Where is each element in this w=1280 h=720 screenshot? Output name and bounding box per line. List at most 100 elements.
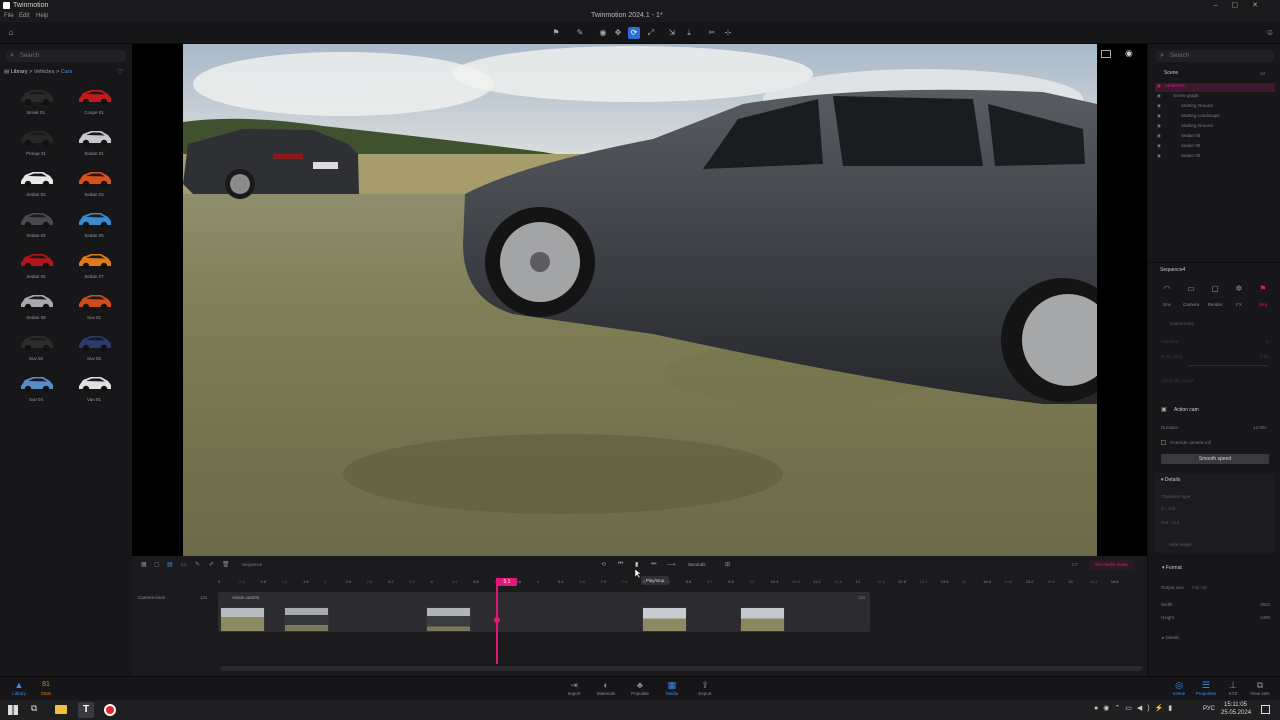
tree-item[interactable]: ◉ Starting Landscape — [1155, 113, 1275, 122]
properties-tab[interactable]: ☰ Properties — [1191, 679, 1221, 696]
scale-icon[interactable]: ⤢ — [645, 27, 657, 39]
populate-tab[interactable]: ♣ Populate — [625, 679, 655, 696]
range-icon[interactable]: ⟶ — [667, 561, 676, 568]
play-stop-icon[interactable]: ▮ — [635, 561, 638, 568]
library-item[interactable]: Pickup 01 — [7, 124, 65, 164]
menu-edit[interactable]: Edit — [19, 13, 29, 19]
menu-file[interactable]: File — [4, 13, 14, 19]
tree-item[interactable]: ◉ Starting Ground — [1155, 103, 1275, 112]
details-2[interactable]: ▸ Details — [1162, 635, 1179, 641]
keyframe-dot[interactable] — [494, 617, 500, 623]
tree-item[interactable]: ◉ Starting Ground — [1155, 123, 1275, 132]
tab-render[interactable]: ▢ Render — [1204, 284, 1226, 311]
snap-icon[interactable]: ✂ — [706, 27, 718, 39]
duration-value[interactable]: 12.00s — [1253, 425, 1267, 430]
track-icon[interactable]: ▤ — [167, 561, 173, 568]
language-indicator[interactable]: РУС — [1203, 706, 1215, 712]
clip-keyframe-thumbnail[interactable] — [642, 607, 687, 632]
library-item[interactable]: Sedan 02 — [7, 165, 65, 205]
width-value[interactable]: 1920 — [1260, 602, 1270, 607]
details-header[interactable]: ▾ Details — [1161, 477, 1180, 483]
screen-icon[interactable]: ▭ — [1072, 561, 1078, 568]
globe-icon[interactable]: ◉ — [597, 27, 609, 39]
tree-item-selected[interactable]: ◉ Ambience — [1155, 83, 1275, 92]
library-item[interactable]: Suv 01 — [65, 288, 123, 328]
library-item[interactable]: Break 01 — [7, 83, 65, 123]
visibility-icon[interactable]: ◉ — [1157, 113, 1161, 119]
library-item[interactable]: Suv 04 — [7, 370, 65, 410]
window-controls[interactable]: –▢✕ — [1214, 1, 1272, 9]
clock-date[interactable]: 25.05.2024 — [1221, 710, 1251, 716]
visibility-icon[interactable]: ◉ — [1157, 123, 1161, 129]
scene-search[interactable]: ⌕ Search — [1156, 50, 1274, 62]
rotate-tool-icon[interactable]: ⟳ — [628, 27, 640, 39]
drop-icon[interactable]: ⤓ — [683, 27, 695, 39]
media-mode-button[interactable]: Set media mode — [1089, 560, 1134, 570]
breadcrumb-root[interactable]: Library — [11, 69, 28, 75]
visibility-icon[interactable]: ◉ — [1157, 133, 1161, 139]
out-cut[interactable]: Out : Cut — [1161, 520, 1179, 525]
scene-tab[interactable]: ◎ Scene — [1164, 679, 1194, 696]
tray-icons[interactable]: ●◉⌃▭◀)⚡▮ — [1094, 704, 1177, 712]
file-explorer-icon[interactable] — [55, 705, 67, 714]
xyz-tab[interactable]: ⊥ XYZ — [1218, 679, 1248, 696]
tree-item[interactable]: ◉ Sedan 06 — [1155, 143, 1275, 152]
breadcrumb-vehicles[interactable]: Vehicles — [34, 69, 55, 75]
breadcrumb-cars[interactable]: Cars — [61, 69, 73, 75]
viewport[interactable] — [183, 44, 1097, 556]
clip-keyframe-thumbnail[interactable] — [426, 607, 471, 632]
height-value[interactable]: 1080 — [1260, 615, 1270, 620]
library-search[interactable]: ⌕ Search — [6, 50, 126, 62]
clip-keyframe-thumbnail[interactable] — [220, 607, 265, 632]
loop-icon[interactable]: ⟲ — [601, 561, 606, 568]
library-item[interactable]: Van 01 — [65, 370, 123, 410]
library-item[interactable]: Sedan 04 — [7, 206, 65, 246]
materials-tab[interactable]: ◐ Materials — [591, 679, 621, 696]
library-item[interactable]: Sedan 08 — [7, 288, 65, 328]
visibility-icon[interactable]: ◉ — [1157, 153, 1161, 159]
in-cut[interactable]: In : Cut — [1161, 506, 1176, 511]
tree-item[interactable]: ◉ Scene graph — [1155, 93, 1275, 102]
measure-icon[interactable]: ⇲ — [666, 27, 678, 39]
flag-icon[interactable]: ⚑ — [550, 27, 562, 39]
stats-tab[interactable]: 81 Stats — [31, 679, 61, 696]
tab-camera[interactable]: ▭ Camera — [1180, 284, 1202, 311]
eye-icon[interactable]: ◉ — [1125, 48, 1133, 59]
override-roll-checkbox[interactable] — [1161, 440, 1166, 445]
library-tab[interactable]: ▲ Library — [4, 679, 34, 696]
brush-icon[interactable]: ✐ — [209, 561, 214, 568]
tab-fx[interactable]: ✲ FX — [1228, 284, 1250, 311]
library-item[interactable]: Sedan 03 — [65, 165, 123, 205]
library-item[interactable]: Suv 03 — [65, 329, 123, 369]
tree-item[interactable]: ◉ Sedan 06 — [1155, 133, 1275, 142]
twinmotion-taskbar-icon[interactable]: T — [78, 702, 94, 718]
library-item[interactable]: Sedan 01 — [65, 124, 123, 164]
favorite-icon[interactable]: ♡ — [117, 68, 123, 76]
pen-icon[interactable]: ✎ — [574, 27, 586, 39]
next-key-icon[interactable]: ⏭ — [651, 561, 656, 568]
playhead-marker[interactable]: 5.1 — [497, 578, 517, 586]
output-size-value[interactable]: Full HD — [1192, 585, 1207, 590]
library-item[interactable]: Suv 02 — [7, 329, 65, 369]
user-icon[interactable]: ☺ — [1264, 27, 1276, 39]
library-item[interactable]: Coupe 01 — [65, 83, 123, 123]
library-item[interactable]: Sedan 06 — [7, 247, 65, 287]
tree-item[interactable]: ◉ Sedan 06 — [1155, 153, 1275, 162]
task-view-icon[interactable]: ⧉ — [31, 703, 37, 714]
menu-help[interactable]: Help — [36, 13, 48, 19]
horizontal-scrollbar[interactable] — [220, 666, 1142, 671]
library-item[interactable]: Sedan 07 — [65, 247, 123, 287]
move-icon[interactable]: ✥ — [612, 27, 624, 39]
previous-key-icon[interactable]: ⏮ — [618, 561, 623, 568]
grid-icon[interactable]: ▦ — [141, 561, 147, 568]
visibility-icon[interactable]: ◉ — [1157, 93, 1161, 99]
units-select[interactable]: Seconds — [688, 562, 706, 567]
clock-time[interactable]: 15:11:05 — [1224, 702, 1247, 708]
clip-keyframe-thumbnail[interactable] — [740, 607, 785, 632]
windows-start-icon[interactable] — [8, 705, 18, 715]
visibility-icon[interactable]: ◉ — [1157, 143, 1161, 149]
tab-env[interactable]: ◠ Env — [1156, 284, 1178, 311]
frame-icon[interactable]: ▢ — [154, 561, 160, 568]
clip-keyframe-thumbnail[interactable] — [284, 607, 329, 632]
folder-icon[interactable]: ▭ — [181, 561, 187, 568]
